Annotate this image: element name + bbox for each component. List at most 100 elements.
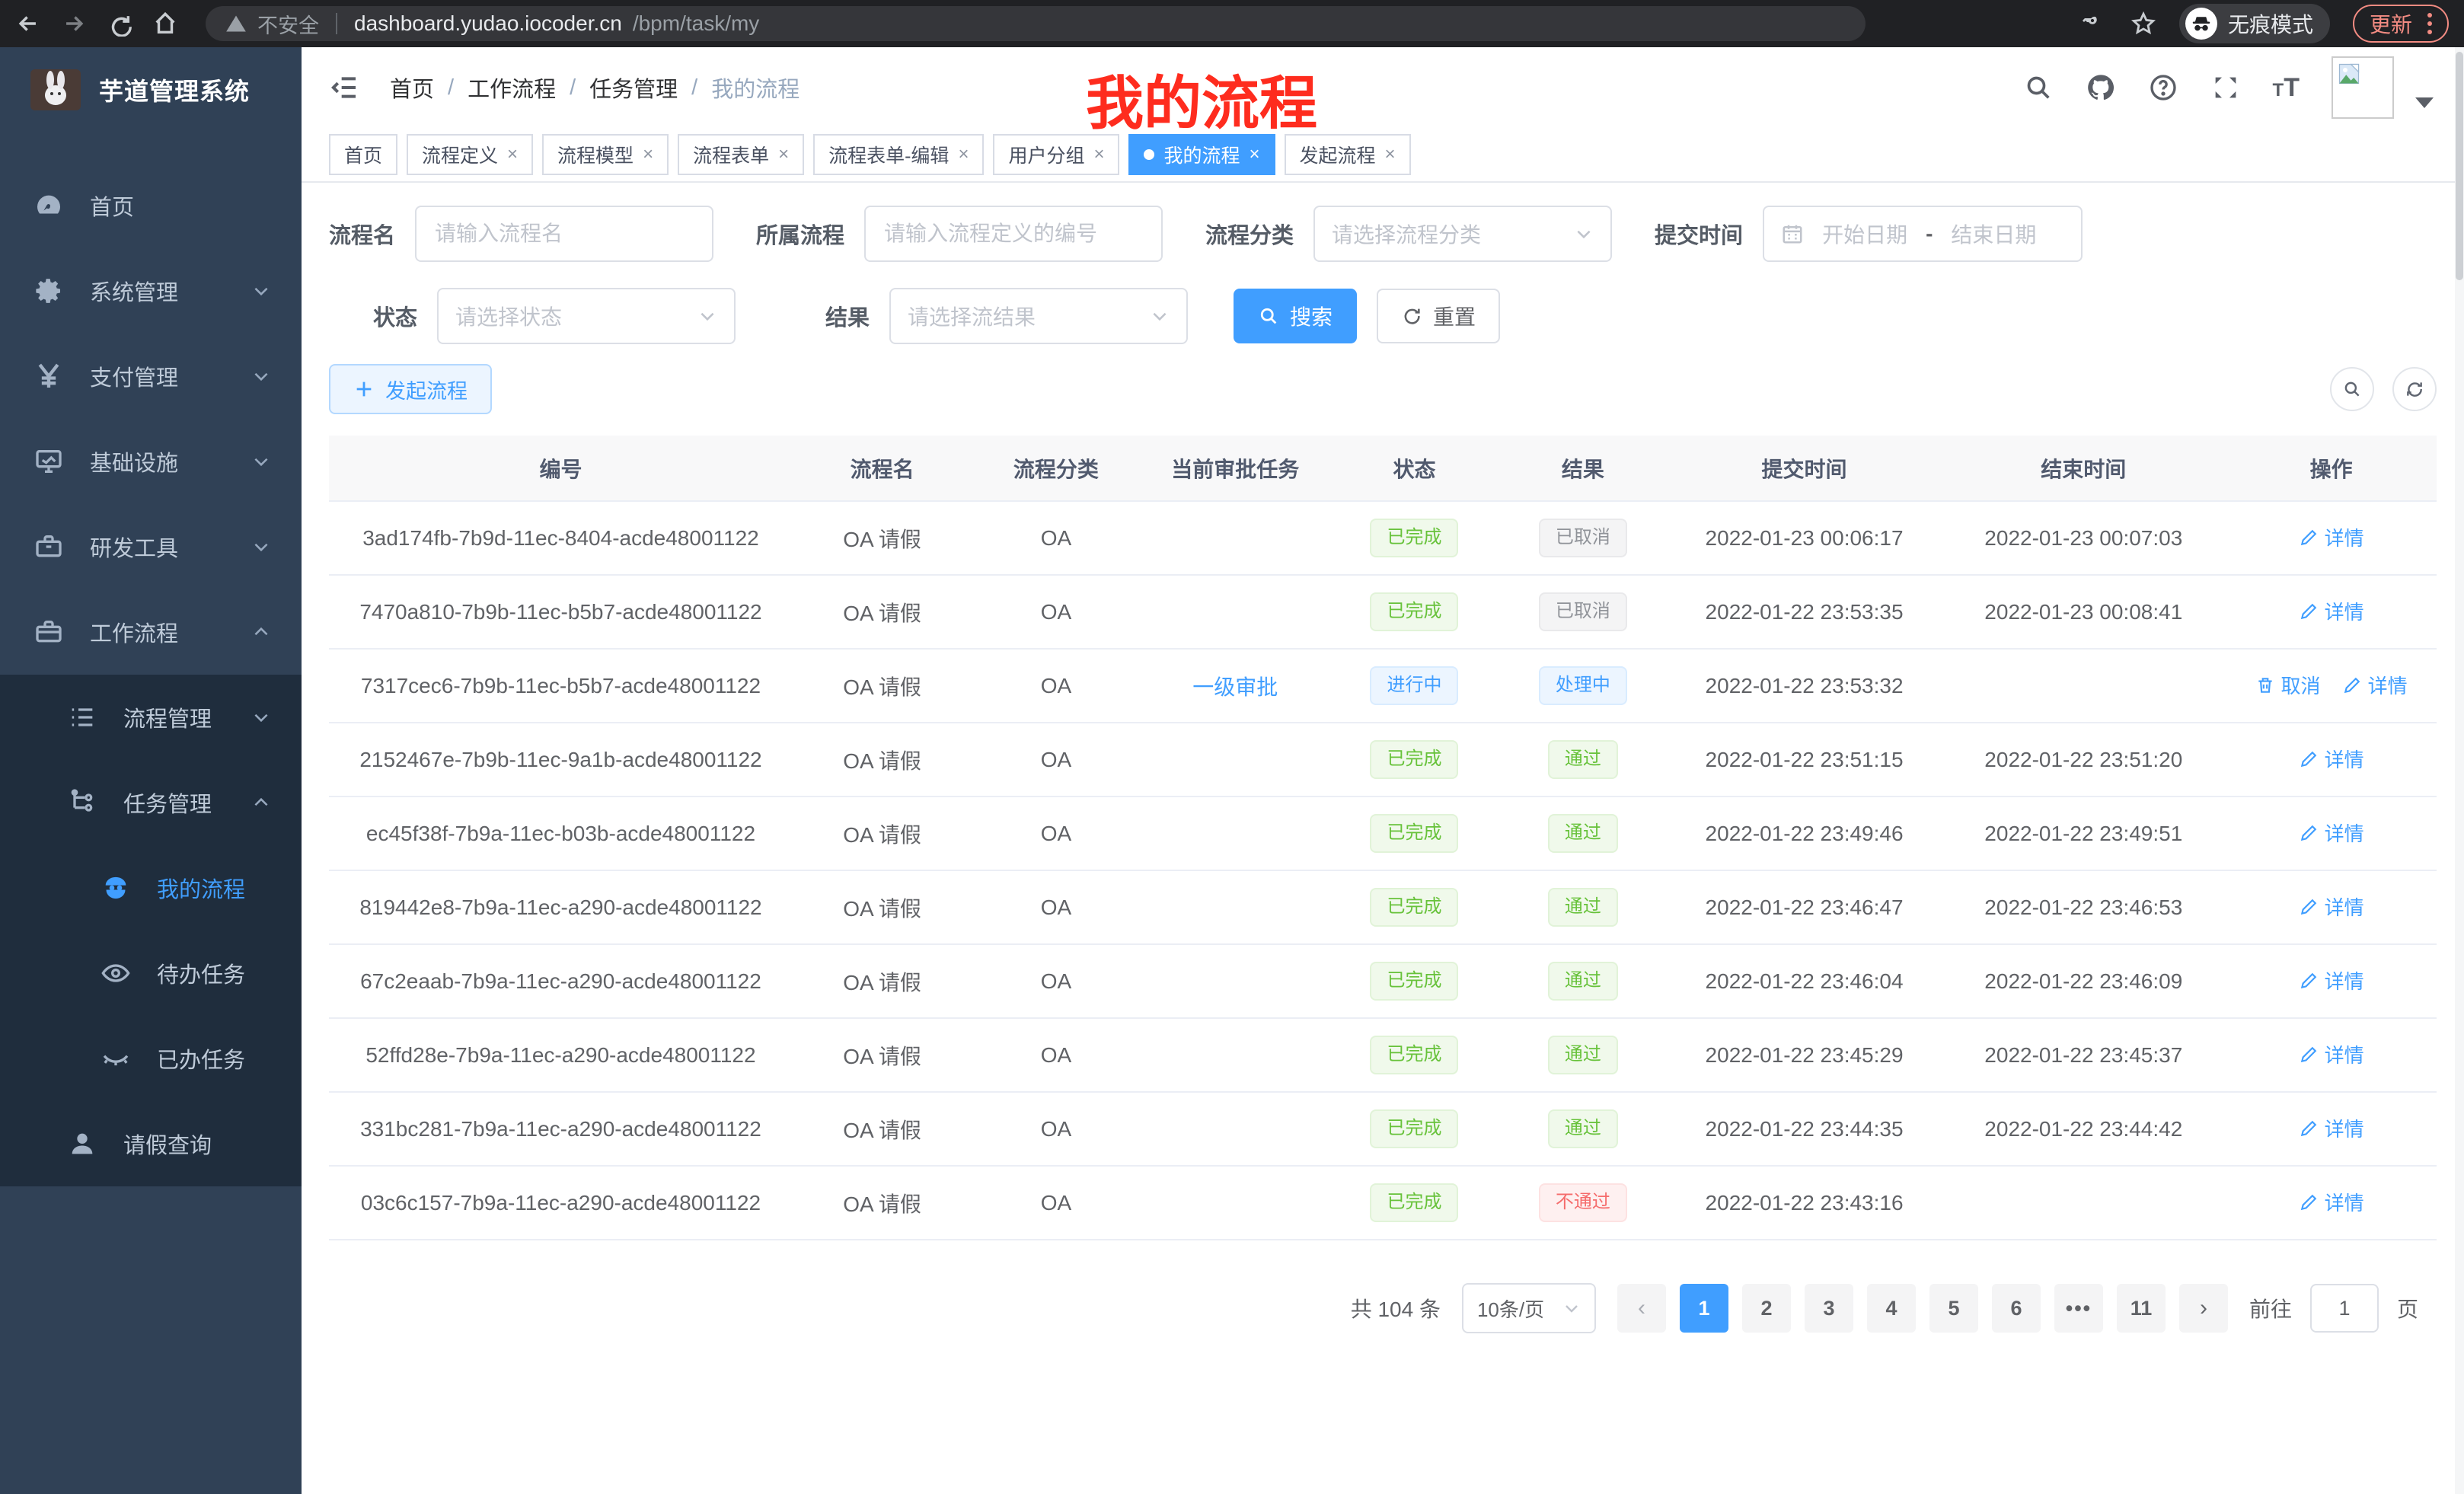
tab-process-form[interactable]: 流程表单× (678, 134, 804, 175)
cell-end-time: 2022-01-22 23:44:42 (1941, 1092, 2226, 1166)
detail-link[interactable]: 详情 (2299, 597, 2364, 625)
tab-close-icon[interactable]: × (958, 145, 969, 164)
cell-status: 已完成 (1330, 796, 1499, 870)
sidebar-item-todo-tasks[interactable]: 待办任务 (0, 931, 302, 1016)
prev-page-button[interactable]: ‹ (1617, 1284, 1666, 1333)
tab-home[interactable]: 首页 (329, 134, 397, 175)
page-ellipsis[interactable]: ••• (2054, 1284, 2103, 1333)
status-badge: 已完成 (1370, 888, 1458, 926)
update-button[interactable]: 更新 (2353, 5, 2449, 43)
tab-process-form-edit[interactable]: 流程表单-编辑× (813, 134, 984, 175)
cell-task (1141, 944, 1330, 1018)
password-key-icon[interactable] (2082, 11, 2108, 37)
cell-submit-time: 2022-01-23 00:06:17 (1668, 501, 1942, 575)
back-icon[interactable] (15, 11, 41, 37)
status-select[interactable]: 请选择状态 (437, 288, 736, 344)
jump-page-input[interactable] (2310, 1284, 2379, 1333)
chrome-menu-icon[interactable] (2427, 13, 2432, 34)
page-button-4[interactable]: 4 (1867, 1284, 1916, 1333)
submit-time-range-picker[interactable]: 开始日期 - 结束日期 (1763, 206, 2083, 262)
detail-link[interactable]: 详情 (2342, 671, 2408, 699)
detail-link[interactable]: 详情 (2299, 892, 2364, 921)
detail-link[interactable]: 详情 (2299, 966, 2364, 994)
process-name-input[interactable] (415, 206, 713, 262)
page-button-6[interactable]: 6 (1992, 1284, 2041, 1333)
list-icon (67, 702, 97, 733)
detail-link[interactable]: 详情 (2299, 523, 2364, 551)
sidebar-item-system[interactable]: 系统管理 (0, 248, 302, 334)
cell-actions: 详情 (2226, 1018, 2437, 1092)
yen-icon (34, 361, 64, 391)
page-button-3[interactable]: 3 (1805, 1284, 1853, 1333)
tab-process-model[interactable]: 流程模型× (542, 134, 669, 175)
tab-user-group[interactable]: 用户分组× (993, 134, 1119, 175)
result-select[interactable]: 请选择流结果 (889, 288, 1188, 344)
bookmark-star-icon[interactable] (2130, 11, 2156, 37)
cell-task (1141, 575, 1330, 649)
sidebar-item-leave-query[interactable]: 请假查询 (0, 1101, 302, 1186)
caret-down-icon[interactable] (2415, 97, 2434, 108)
breadcrumb-workflow[interactable]: 工作流程 (468, 72, 556, 104)
detail-link[interactable]: 详情 (2299, 1114, 2364, 1142)
fullscreen-icon[interactable] (2210, 72, 2241, 103)
sidebar-item-infrastructure[interactable]: 基础设施 (0, 419, 302, 504)
page-button-2[interactable]: 2 (1742, 1284, 1791, 1333)
pagination: 共 104 条 10条/页 ‹ 1 2 3 4 5 6 ••• 11 › 前往 (329, 1283, 2418, 1333)
next-page-button[interactable]: › (2179, 1284, 2228, 1333)
detail-link[interactable]: 详情 (2299, 1188, 2364, 1216)
tab-close-icon[interactable]: × (643, 145, 653, 164)
sidebar-item-label: 基础设施 (90, 445, 178, 477)
tab-start-process[interactable]: 发起流程× (1285, 134, 1411, 175)
tab-my-process[interactable]: 我的流程× (1128, 134, 1275, 175)
search-button[interactable]: 搜索 (1234, 289, 1357, 343)
sidebar-item-workflow[interactable]: 工作流程 (0, 589, 302, 675)
sidebar-item-process-mgmt[interactable]: 流程管理 (0, 675, 302, 760)
detail-link[interactable]: 详情 (2299, 1040, 2364, 1068)
page-button-11[interactable]: 11 (2117, 1284, 2166, 1333)
sidebar-item-task-mgmt[interactable]: 任务管理 (0, 760, 302, 845)
breadcrumb-home[interactable]: 首页 (390, 72, 434, 104)
url-bar[interactable]: 不安全 dashboard.yudao.iocoder.cn/bpm/task/… (206, 6, 1866, 41)
page-scrollbar[interactable] (2455, 47, 2464, 1494)
reload-icon[interactable] (107, 11, 132, 37)
task-link[interactable]: 一级审批 (1192, 675, 1278, 699)
show-search-button[interactable] (2330, 367, 2374, 411)
sidebar-item-done-tasks[interactable]: 已办任务 (0, 1016, 302, 1101)
sidebar-fold-icon[interactable] (329, 72, 359, 103)
sidebar-item-my-process[interactable]: 我的流程 (0, 845, 302, 931)
tab-process-definition[interactable]: 流程定义× (407, 134, 533, 175)
sidebar-item-home[interactable]: 首页 (0, 163, 302, 248)
process-definition-input[interactable] (864, 206, 1163, 262)
incognito-indicator[interactable]: 无痕模式 (2179, 4, 2330, 43)
detail-link[interactable]: 详情 (2299, 819, 2364, 847)
page-size-select[interactable]: 10条/页 (1462, 1283, 1596, 1333)
search-icon[interactable] (2023, 72, 2054, 103)
home-icon[interactable] (152, 11, 178, 37)
tab-close-icon[interactable]: × (1385, 145, 1396, 164)
font-size-icon[interactable]: TT (2273, 73, 2300, 103)
tab-close-icon[interactable]: × (1093, 145, 1104, 164)
page-button-1[interactable]: 1 (1680, 1284, 1728, 1333)
tab-close-icon[interactable]: × (1250, 145, 1260, 164)
help-icon[interactable] (2148, 72, 2178, 103)
avatar[interactable] (2332, 56, 2394, 119)
jump-prefix: 前往 (2249, 1293, 2292, 1323)
sidebar-item-payment[interactable]: 支付管理 (0, 334, 302, 419)
sidebar-item-devtools[interactable]: 研发工具 (0, 504, 302, 589)
cancel-link[interactable]: 取消 (2255, 671, 2321, 699)
breadcrumb-task-mgmt[interactable]: 任务管理 (589, 72, 678, 104)
detail-link[interactable]: 详情 (2299, 745, 2364, 773)
col-name: 流程名 (793, 436, 972, 501)
create-process-button[interactable]: 发起流程 (329, 364, 492, 414)
refresh-table-button[interactable] (2392, 367, 2437, 411)
tab-close-icon[interactable]: × (507, 145, 518, 164)
forward-icon[interactable] (61, 11, 87, 37)
page-button-5[interactable]: 5 (1929, 1284, 1978, 1333)
scrollbar-thumb[interactable] (2456, 52, 2463, 280)
process-category-select[interactable]: 请选择流程分类 (1313, 206, 1612, 262)
chevron-down-icon (1562, 1299, 1581, 1317)
github-icon[interactable] (2086, 72, 2116, 103)
reset-button[interactable]: 重置 (1377, 289, 1500, 343)
tab-close-icon[interactable]: × (778, 145, 789, 164)
search-icon (2342, 379, 2362, 399)
